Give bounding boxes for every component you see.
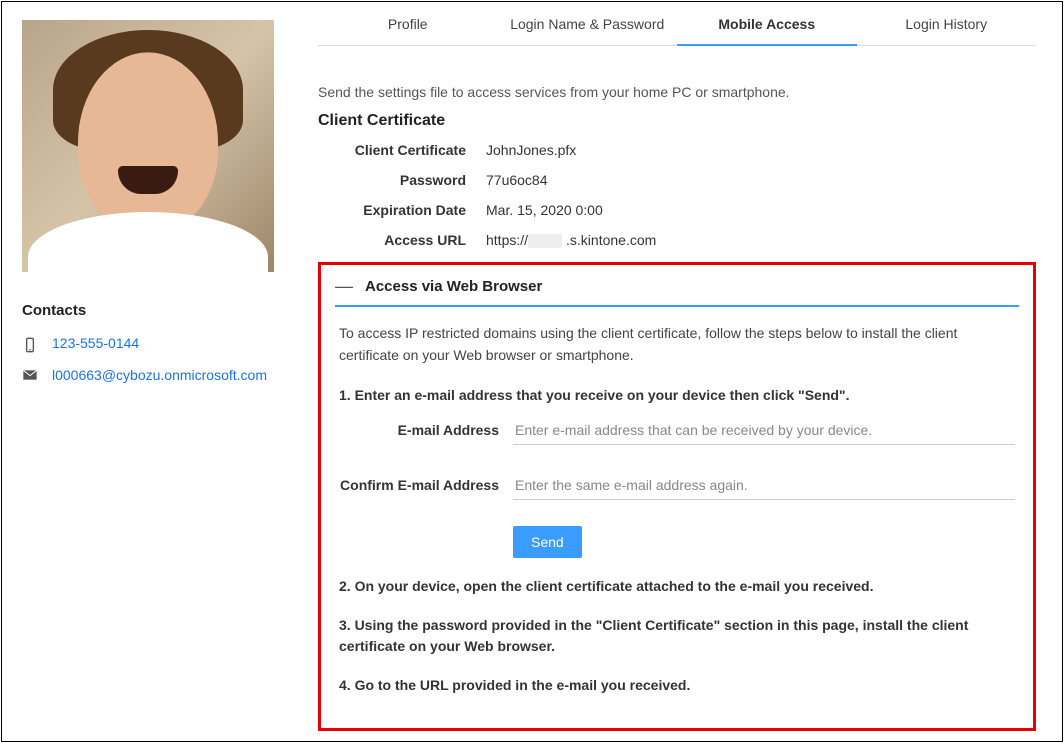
panel-header-web[interactable]: — Access via Web Browser: [335, 277, 1019, 307]
step-3: 3. Using the password provided in the "C…: [339, 615, 1015, 657]
avatar: [22, 20, 274, 272]
client-certificate-file[interactable]: JohnJones.pfx: [486, 142, 576, 158]
label-access-url: Access URL: [318, 232, 466, 248]
email-icon: [22, 367, 38, 383]
client-cert-heading: Client Certificate: [318, 112, 1036, 130]
label-password: Password: [318, 172, 466, 188]
contacts-heading: Contacts: [22, 302, 268, 319]
contact-phone[interactable]: 123-555-0144: [52, 335, 139, 351]
url-prefix: https://: [486, 232, 528, 248]
web-browser-panel: — Access via Web Browser To access IP re…: [318, 262, 1036, 730]
label-email-address: E-mail Address: [339, 422, 499, 438]
value-password: 77u6oc84: [486, 172, 548, 188]
collapse-icon: —: [335, 277, 349, 295]
label-confirm-email-address: Confirm E-mail Address: [339, 477, 499, 493]
step-1: 1. Enter an e-mail address that you rece…: [339, 385, 1015, 406]
step-2: 2. On your device, open the client certi…: [339, 576, 1015, 597]
url-suffix: .s.kintone.com: [566, 232, 656, 248]
confirm-email-field[interactable]: [513, 471, 1015, 500]
panel-description: To access IP restricted domains using th…: [339, 323, 1015, 366]
value-expiration: Mar. 15, 2020 0:00: [486, 202, 603, 218]
email-field[interactable]: [513, 416, 1015, 445]
panel-title-web: Access via Web Browser: [365, 278, 542, 295]
tab-login-history[interactable]: Login History: [857, 2, 1037, 45]
tab-login-name-password[interactable]: Login Name & Password: [498, 2, 678, 45]
label-expiration: Expiration Date: [318, 202, 466, 218]
redacted-subdomain: [528, 234, 562, 248]
tab-mobile-access[interactable]: Mobile Access: [677, 2, 857, 45]
step-4: 4. Go to the URL provided in the e-mail …: [339, 675, 1015, 696]
tab-profile[interactable]: Profile: [318, 2, 498, 45]
phone-icon: [22, 337, 38, 353]
access-url-link[interactable]: https:// .s.kintone.com: [486, 232, 656, 248]
send-button[interactable]: Send: [513, 526, 582, 558]
tab-bar: Profile Login Name & Password Mobile Acc…: [318, 2, 1036, 46]
contact-email[interactable]: l000663@cybozu.onmicrosoft.com: [52, 365, 267, 386]
label-client-certificate: Client Certificate: [318, 142, 466, 158]
intro-text: Send the settings file to access service…: [318, 84, 1036, 100]
